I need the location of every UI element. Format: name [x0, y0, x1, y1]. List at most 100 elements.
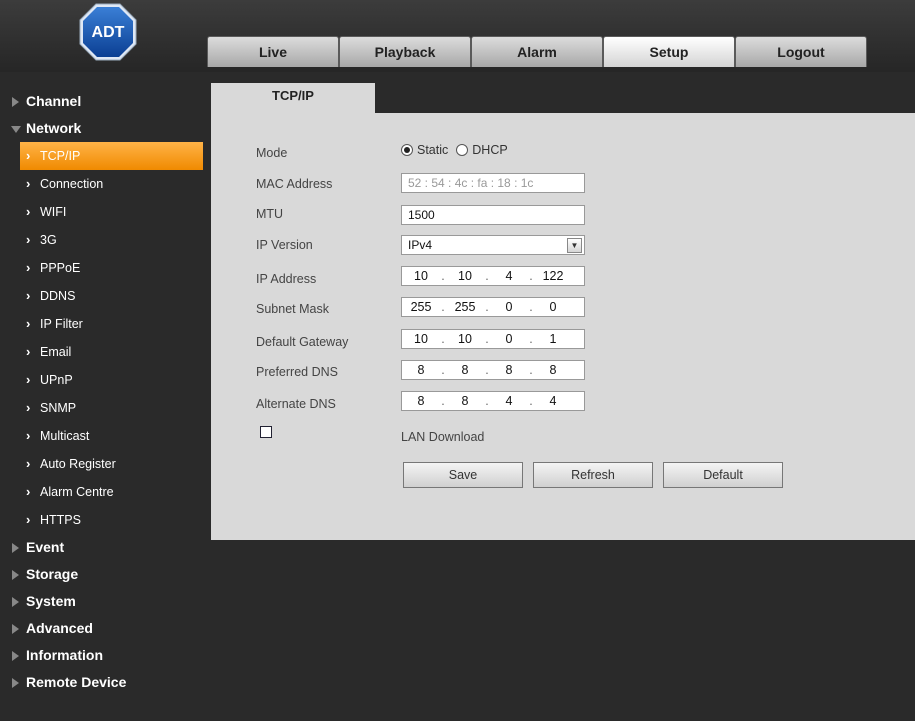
sidebar-category-event[interactable]: Event — [0, 534, 205, 561]
sidebar-item-tcpip[interactable]: › TCP/IP — [20, 142, 203, 170]
chevron-right-icon: › — [26, 428, 31, 443]
alternate-dns-label: Alternate DNS — [256, 397, 336, 411]
ip-octet[interactable]: 0 — [490, 332, 528, 346]
sidebar-item-label: WIFI — [40, 205, 67, 219]
mode-label: Mode — [256, 146, 288, 160]
mac-address-label: MAC Address — [256, 177, 333, 191]
sidebar-category-label: Network — [26, 120, 82, 136]
ip-octet[interactable]: 4 — [490, 394, 528, 408]
sidebar-category-network[interactable]: Network — [0, 115, 205, 142]
ip-address-input[interactable]: 10. 10. 4. 122 — [401, 266, 585, 286]
ip-octet[interactable]: 0 — [490, 300, 528, 314]
expand-arrow-icon — [12, 678, 19, 688]
sidebar-item-snmp[interactable]: › SNMP — [0, 394, 205, 422]
sidebar-category-label: Event — [26, 539, 65, 555]
ip-octet[interactable]: 8 — [402, 394, 440, 408]
ip-octet[interactable]: 8 — [446, 363, 484, 377]
sidebar-category-advanced[interactable]: Advanced — [0, 615, 205, 642]
expand-arrow-icon — [12, 570, 19, 580]
ip-version-select[interactable]: IPv4 ▼ — [401, 235, 585, 255]
ip-octet[interactable]: 10 — [402, 332, 440, 346]
expand-arrow-icon — [12, 597, 19, 607]
sidebar-item-label: TCP/IP — [40, 149, 81, 163]
expand-arrow-icon — [12, 651, 19, 661]
sidebar-item-upnp[interactable]: › UPnP — [0, 366, 205, 394]
ip-octet[interactable]: 10 — [446, 269, 484, 283]
refresh-button[interactable]: Refresh — [533, 462, 653, 488]
dropdown-arrow-icon[interactable]: ▼ — [567, 238, 582, 253]
ip-octet[interactable]: 8 — [402, 363, 440, 377]
sidebar-item-3g[interactable]: › 3G — [0, 226, 205, 254]
tab-setup[interactable]: Setup — [603, 36, 735, 67]
default-button[interactable]: Default — [663, 462, 783, 488]
ip-octet[interactable]: 1 — [534, 332, 572, 346]
dhcp-radio[interactable] — [456, 144, 469, 156]
ip-octet[interactable]: 8 — [446, 394, 484, 408]
chevron-right-icon: › — [26, 372, 31, 387]
subnet-mask-input[interactable]: 255. 255. 0. 0 — [401, 297, 585, 317]
default-gateway-input[interactable]: 10. 10. 0. 1 — [401, 329, 585, 349]
tab-playback[interactable]: Playback — [339, 36, 471, 67]
ip-octet[interactable]: 8 — [534, 363, 572, 377]
preferred-dns-label: Preferred DNS — [256, 365, 338, 379]
sidebar-item-multicast[interactable]: › Multicast — [0, 422, 205, 450]
static-radio[interactable] — [401, 144, 413, 156]
sidebar-item-auto-register[interactable]: › Auto Register — [0, 450, 205, 478]
ip-address-label: IP Address — [256, 272, 317, 286]
sidebar-item-label: Email — [40, 345, 72, 359]
chevron-right-icon: › — [26, 316, 31, 331]
sidebar-item-ddns[interactable]: › DDNS — [0, 282, 205, 310]
preferred-dns-input[interactable]: 8. 8. 8. 8 — [401, 360, 585, 380]
chevron-right-icon: › — [26, 260, 31, 275]
expand-arrow-icon — [12, 97, 19, 107]
ip-octet[interactable]: 10 — [402, 269, 440, 283]
ip-octet[interactable]: 8 — [490, 363, 528, 377]
sidebar-category-label: System — [26, 593, 76, 609]
ip-octet[interactable]: 4 — [534, 394, 572, 408]
ip-octet[interactable]: 10 — [446, 332, 484, 346]
dhcp-radio-label: DHCP — [472, 143, 508, 157]
ip-octet[interactable]: 0 — [534, 300, 572, 314]
sidebar-category-label: Remote Device — [26, 674, 127, 690]
sidebar-category-channel[interactable]: Channel — [0, 88, 205, 115]
chevron-right-icon: › — [26, 456, 31, 471]
mode-radio-group: Static DHCP — [401, 143, 516, 157]
sidebar-item-label: Multicast — [40, 429, 90, 443]
sidebar-item-label: HTTPS — [40, 513, 81, 527]
chevron-right-icon: › — [26, 344, 31, 359]
sidebar-category-remote-device[interactable]: Remote Device — [0, 669, 205, 696]
tab-alarm[interactable]: Alarm — [471, 36, 603, 67]
ip-octet[interactable]: 255 — [446, 300, 484, 314]
sidebar-category-label: Advanced — [26, 620, 93, 636]
sidebar-category-information[interactable]: Information — [0, 642, 205, 669]
mtu-input[interactable]: 1500 — [401, 205, 585, 225]
ip-octet[interactable]: 255 — [402, 300, 440, 314]
sidebar-item-https[interactable]: › HTTPS — [0, 506, 205, 534]
sidebar-item-wifi[interactable]: › WIFI — [0, 198, 205, 226]
sidebar-item-label: UPnP — [40, 373, 73, 387]
lan-download-label: LAN Download — [401, 430, 485, 444]
chevron-right-icon: › — [26, 288, 31, 303]
sidebar-item-alarm-centre[interactable]: › Alarm Centre — [0, 478, 205, 506]
tab-live[interactable]: Live — [207, 36, 339, 67]
chevron-right-icon: › — [26, 148, 31, 163]
tcpip-settings-panel: Mode Static DHCP MAC Address 52 : 54 : 4… — [211, 113, 915, 540]
ip-octet[interactable]: 122 — [534, 269, 572, 283]
sidebar-item-label: 3G — [40, 233, 57, 247]
sidebar-item-ip-filter[interactable]: › IP Filter — [0, 310, 205, 338]
collapse-arrow-icon — [11, 126, 21, 133]
ip-octet[interactable]: 4 — [490, 269, 528, 283]
sidebar-item-email[interactable]: › Email — [0, 338, 205, 366]
tab-logout[interactable]: Logout — [735, 36, 867, 67]
alternate-dns-input[interactable]: 8. 8. 4. 4 — [401, 391, 585, 411]
subnet-mask-label: Subnet Mask — [256, 302, 329, 316]
chevron-right-icon: › — [26, 484, 31, 499]
sidebar-category-storage[interactable]: Storage — [0, 561, 205, 588]
sidebar-item-pppoe[interactable]: › PPPoE — [0, 254, 205, 282]
static-radio-label: Static — [417, 143, 449, 157]
lan-download-checkbox[interactable] — [260, 426, 272, 438]
sidebar-category-system[interactable]: System — [0, 588, 205, 615]
expand-arrow-icon — [12, 543, 19, 553]
save-button[interactable]: Save — [403, 462, 523, 488]
sidebar-item-connection[interactable]: › Connection — [0, 170, 205, 198]
